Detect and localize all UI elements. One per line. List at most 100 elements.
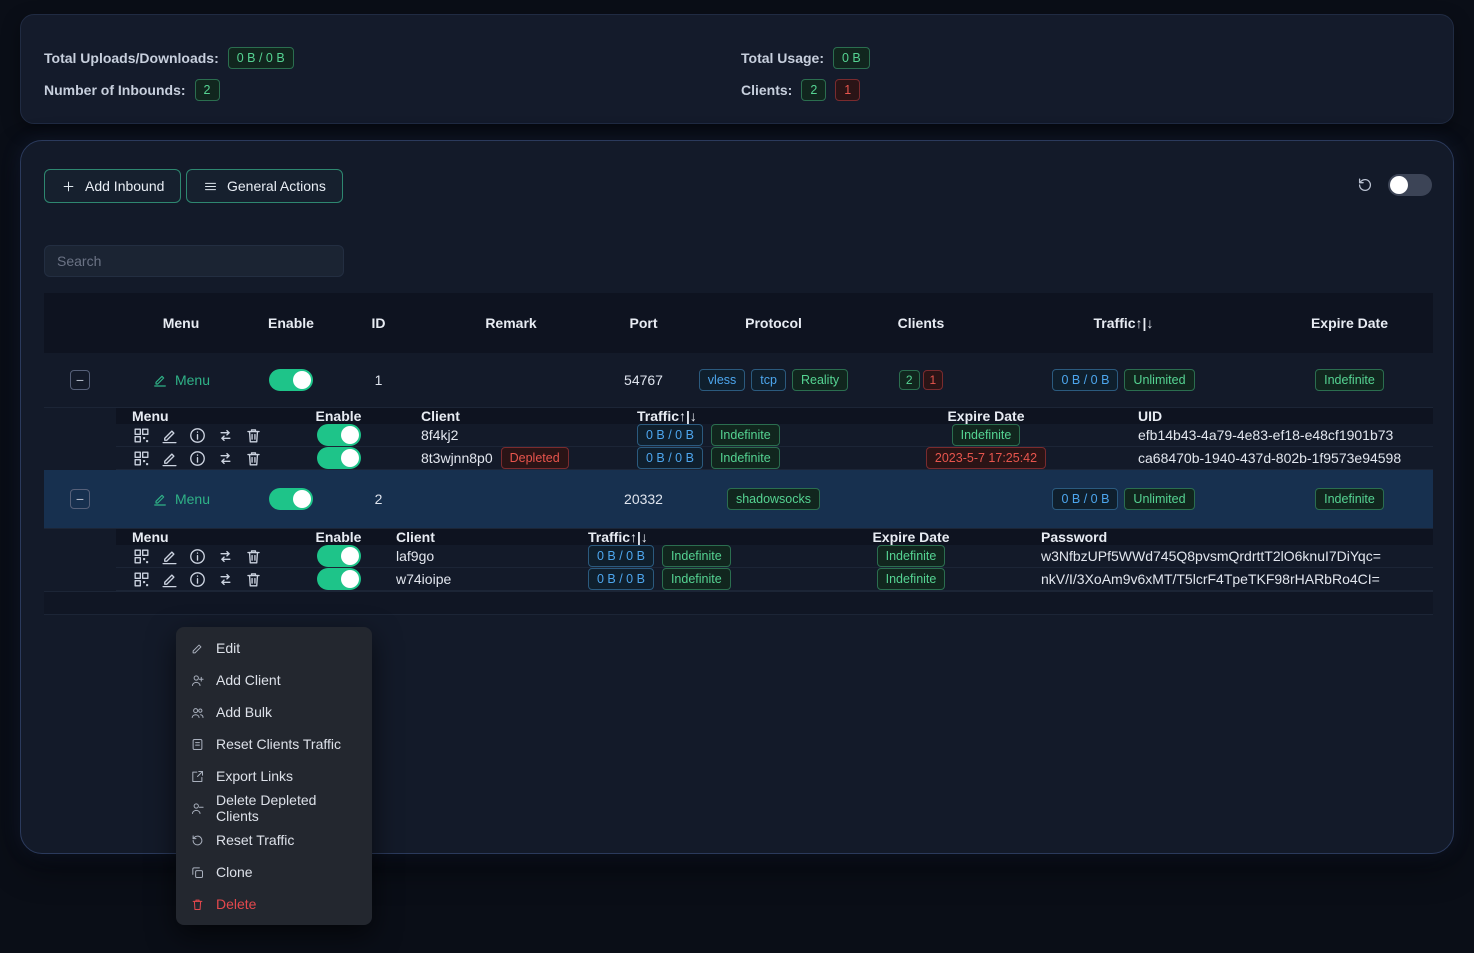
info-icon[interactable] xyxy=(188,547,207,566)
usage-value: 0 B xyxy=(833,47,870,69)
clients-depleted-count: 1 xyxy=(835,79,860,101)
general-actions-label: General Actions xyxy=(227,178,326,194)
edit-client-icon[interactable] xyxy=(160,570,179,589)
menu-item-delete[interactable]: Delete xyxy=(176,888,372,920)
client-name: w74ioipe xyxy=(396,571,451,587)
sub-header-menu: Menu xyxy=(116,529,296,545)
sub-header-enable: Enable xyxy=(296,408,381,424)
row-menu-trigger[interactable]: Menu xyxy=(152,372,210,388)
clients-depleted-badge: 1 xyxy=(923,370,944,390)
client-expire-badge: Indefinite xyxy=(877,545,946,567)
header-protocol: Protocol xyxy=(686,315,861,331)
menu-item-add-client[interactable]: Add Client xyxy=(176,664,372,696)
inbounds-card: Add Inbound General Actions Menu Enab xyxy=(20,140,1454,854)
delete-client-icon[interactable] xyxy=(244,449,263,468)
expire-badge: Indefinite xyxy=(1315,369,1384,391)
edit-client-icon[interactable] xyxy=(160,426,179,445)
edit-client-icon[interactable] xyxy=(160,449,179,468)
client-password: w3NfbzUPf5WWd745Q8pvsmQrdrttT2lO6knuI7Di… xyxy=(1041,548,1381,564)
client-traffic-badge: 0 B / 0 B xyxy=(637,447,703,469)
reset-traffic-icon xyxy=(190,833,205,848)
client-enable-switch[interactable] xyxy=(317,424,361,446)
inbound-id: 1 xyxy=(336,372,421,388)
refresh-icon[interactable] xyxy=(1356,176,1374,194)
inbounds-table-header: Menu Enable ID Remark Port Protocol Clie… xyxy=(44,293,1433,353)
menu-item-add-bulk[interactable]: Add Bulk xyxy=(176,696,372,728)
protocol-tag: vless xyxy=(699,369,745,391)
collapse-row-button[interactable]: − xyxy=(70,489,90,509)
client-uid: efb14b43-4a79-4e83-ef18-e48cf1901b73 xyxy=(1138,427,1393,443)
general-actions-button[interactable]: General Actions xyxy=(186,169,343,203)
inbounds-value: 2 xyxy=(195,79,220,101)
sub-header-expire: Expire Date xyxy=(788,529,1034,545)
protocol-tag: tcp xyxy=(751,369,786,391)
reset-traffic-icon[interactable] xyxy=(216,570,235,589)
delete-icon xyxy=(190,897,205,912)
client-row: 8f4kj2 0 B / 0 B Indefinite Indefinite e… xyxy=(116,424,1433,447)
enable-switch[interactable] xyxy=(269,488,313,510)
clients-active-badge: 2 xyxy=(899,370,920,390)
menu-item-clone[interactable]: Clone xyxy=(176,856,372,888)
stat-clients: Clients: 2 1 xyxy=(741,78,860,102)
client-enable-switch[interactable] xyxy=(317,568,361,590)
add-inbound-label: Add Inbound xyxy=(85,178,164,194)
edit-pencil-icon xyxy=(152,491,168,507)
reset-traffic-icon[interactable] xyxy=(216,547,235,566)
menu-item-edit[interactable]: Edit xyxy=(176,632,372,664)
reset-traffic-icon[interactable] xyxy=(216,449,235,468)
qr-code-icon[interactable] xyxy=(132,426,151,445)
info-icon[interactable] xyxy=(188,449,207,468)
header-traffic-sort[interactable]: Traffic↑|↓ xyxy=(981,315,1266,331)
protocol-tag: shadowsocks xyxy=(727,488,820,510)
header-toggle[interactable] xyxy=(1388,174,1432,196)
client-enable-switch[interactable] xyxy=(317,447,361,469)
traffic-badge: 0 B / 0 B xyxy=(1052,369,1118,391)
client-enable-switch[interactable] xyxy=(317,545,361,567)
client-traffic-limit-badge: Indefinite xyxy=(711,447,780,469)
stats-card: Total Uploads/Downloads: 0 B / 0 B Numbe… xyxy=(20,14,1454,124)
header-expire-date: Expire Date xyxy=(1266,315,1433,331)
qr-code-icon[interactable] xyxy=(132,449,151,468)
reset-clients-traffic-icon xyxy=(190,737,205,752)
row-menu-trigger[interactable]: Menu xyxy=(152,491,210,507)
clients-table-header: Menu Enable Client Traffic↑|↓ Expire Dat… xyxy=(116,408,1433,424)
sub-header-password: Password xyxy=(1034,529,1433,545)
usage-label: Total Usage: xyxy=(741,50,824,66)
client-row: 8t3wjnn8p0 Depleted 0 B / 0 B Indefinite… xyxy=(116,447,1433,470)
menu-item-reset-clients-traffic[interactable]: Reset Clients Traffic xyxy=(176,728,372,760)
collapse-row-button[interactable]: − xyxy=(70,370,90,390)
reset-traffic-icon[interactable] xyxy=(216,426,235,445)
client-uid: ca68470b-1940-437d-802b-1f9573e94598 xyxy=(1138,450,1401,466)
sub-header-traffic[interactable]: Traffic↑|↓ xyxy=(621,408,851,424)
sub-header-traffic[interactable]: Traffic↑|↓ xyxy=(573,529,788,545)
client-expire-badge: 2023-5-7 17:25:42 xyxy=(926,447,1046,469)
add-inbound-button[interactable]: Add Inbound xyxy=(44,169,181,203)
enable-switch[interactable] xyxy=(269,369,313,391)
qr-code-icon[interactable] xyxy=(132,570,151,589)
edit-client-icon[interactable] xyxy=(160,547,179,566)
delete-client-icon[interactable] xyxy=(244,547,263,566)
inbound-row-1: − Menu 1 54767 vless tcp Reality xyxy=(44,353,1433,408)
search-input[interactable] xyxy=(44,245,344,277)
menu-item-delete-depleted-clients[interactable]: Delete Depleted Clients xyxy=(176,792,372,824)
delete-client-icon[interactable] xyxy=(244,426,263,445)
client-traffic-limit-badge: Indefinite xyxy=(662,568,731,590)
card-header-controls xyxy=(1356,174,1432,196)
info-icon[interactable] xyxy=(188,570,207,589)
delete-client-icon[interactable] xyxy=(244,570,263,589)
xui-panel: Total Uploads/Downloads: 0 B / 0 B Numbe… xyxy=(0,0,1474,953)
client-expire-badge: Indefinite xyxy=(952,424,1021,446)
inbounds-label: Number of Inbounds: xyxy=(44,82,186,98)
clients-label: Clients: xyxy=(741,82,792,98)
inbound-port: 54767 xyxy=(601,372,686,388)
sub-header-client: Client xyxy=(381,529,573,545)
info-icon[interactable] xyxy=(188,426,207,445)
client-name: laf9go xyxy=(396,548,434,564)
client-traffic-badge: 0 B / 0 B xyxy=(637,424,703,446)
menu-item-reset-traffic[interactable]: Reset Traffic xyxy=(176,824,372,856)
table-footer xyxy=(44,591,1433,615)
traffic-limit-badge: Unlimited xyxy=(1124,488,1194,510)
menu-item-export-links[interactable]: Export Links xyxy=(176,760,372,792)
qr-code-icon[interactable] xyxy=(132,547,151,566)
clients-active-count: 2 xyxy=(801,79,826,101)
